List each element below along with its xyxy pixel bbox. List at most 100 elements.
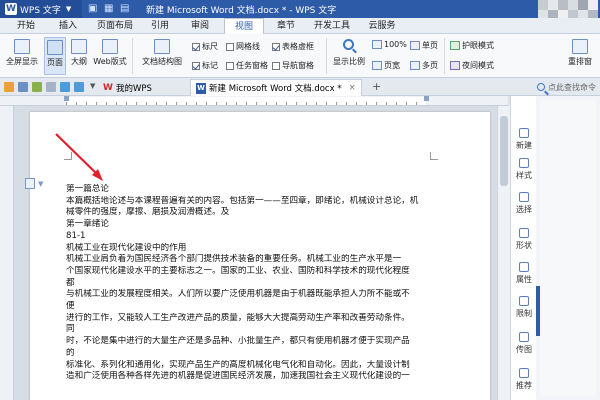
eye-protect-label: 护眼模式	[462, 41, 494, 50]
indent-marker[interactable]	[424, 96, 429, 101]
magnifier-icon	[341, 39, 357, 55]
moon-icon	[450, 61, 460, 70]
multi-page-button[interactable]: 多页	[410, 60, 438, 71]
doc-line: 个国家现代化建设水平的主要标志之一。国家的工业、农业、国防和科学技术的现代化程度	[66, 265, 410, 276]
tab-document[interactable]: W 新建 Microsoft Word 文档.docx * ×	[190, 79, 362, 96]
zoom-100-button[interactable]: 100%	[372, 40, 407, 49]
page-view-button[interactable]: 页面	[44, 37, 66, 75]
panel-style-label: 样式	[516, 171, 532, 180]
save-icon[interactable]: ▦	[104, 3, 113, 14]
web-view-label: Web版式	[93, 57, 127, 66]
panel-new-label: 新建	[516, 141, 532, 150]
tab-view[interactable]: 视图	[224, 18, 264, 34]
doc-line: 本篇概括地论述与本课程普遍有关的内容。包括第一——至四章，即绪论，机械设计总论，…	[66, 195, 419, 206]
rearrange-icon	[572, 39, 588, 54]
doc-map-button[interactable]: 文档结构图	[136, 39, 188, 67]
table-gridlines-label: 表格虚框	[282, 42, 314, 51]
doc-line: 时，不论是集中进行的大量生产还是多品种、小批量生产，都只有使用机器才便于实现产品	[66, 336, 410, 347]
ruler-checkbox[interactable]: 标尺	[192, 41, 218, 52]
close-icon[interactable]: ×	[349, 83, 356, 93]
print-icon[interactable]: ▤	[120, 3, 129, 14]
paragraph-doc-icon[interactable]	[25, 178, 35, 189]
zoom-100-icon	[372, 40, 382, 49]
chevron-down-icon[interactable]: ▼	[38, 180, 43, 188]
panel-select-button[interactable]: 选择	[511, 192, 537, 215]
doc-line: 械零件的强度，摩擦、磨损及润滑概述。及	[66, 207, 230, 218]
doc-line: 机械工业在现代化建设中的作用	[66, 242, 187, 253]
doc-line: 与机械工业的发展程度相关。人们所以要广泛使用机器是由于机器既能承担人力所不能或不	[66, 289, 410, 300]
vertical-ruler[interactable]	[0, 106, 14, 400]
tab-start[interactable]: 开始	[8, 18, 44, 34]
one-page-icon	[410, 41, 420, 50]
tab-page-layout[interactable]: 页面布局	[92, 18, 138, 34]
doc-map-icon	[154, 39, 170, 54]
outline-button[interactable]: 大纲	[68, 39, 90, 67]
panel-restrict-button[interactable]: 限制	[511, 296, 537, 319]
recommend-icon	[519, 368, 529, 378]
panel-properties-button[interactable]: 属性	[511, 262, 537, 285]
panel-properties-label: 属性	[516, 275, 532, 284]
panel-upload-button[interactable]: 传图	[511, 332, 537, 355]
night-mode-button[interactable]: 夜间模式	[450, 60, 494, 71]
indent-marker[interactable]	[64, 96, 69, 101]
panel-new-button[interactable]: 新建	[511, 128, 537, 151]
tab-references[interactable]: 引用	[144, 18, 176, 34]
wps-logo-icon: W	[5, 3, 17, 15]
web-view-icon	[102, 39, 118, 54]
tab-review[interactable]: 审阅	[184, 18, 216, 34]
nav-window-checkbox[interactable]: 导航窗格	[272, 60, 314, 71]
panel-recommend-button[interactable]: 推荐	[511, 368, 537, 391]
upload-icon	[519, 332, 529, 342]
scrollbar-thumb[interactable]	[500, 116, 508, 186]
tab-chapter[interactable]: 章节	[270, 18, 302, 34]
vertical-scrollbar[interactable]	[497, 106, 510, 400]
gridlines-checkbox[interactable]: 网格线	[226, 41, 260, 52]
page-width-button[interactable]: 页宽	[372, 60, 400, 71]
doc-line: 81-1	[66, 230, 86, 241]
ruler-label: 标尺	[202, 42, 218, 51]
doc-line: 的	[66, 347, 75, 358]
new-tab-button[interactable]: +	[372, 80, 381, 93]
doc-line: 第一篇总论	[66, 184, 109, 194]
horizontal-ruler[interactable]	[0, 96, 508, 106]
rearrange-label: 重排窗	[568, 57, 592, 66]
doc-line: 标准化、系列化和通用化，实现产品生产的高度机械化电气化和自动化。因此，大量设计制	[66, 359, 410, 370]
panel-upload-label: 传图	[516, 345, 532, 354]
tab-my-wps[interactable]: W 我的WPS	[98, 79, 157, 96]
web-view-button[interactable]: Web版式	[92, 39, 128, 67]
tab-developer[interactable]: 开发工具	[308, 18, 356, 34]
one-page-button[interactable]: 单页	[410, 40, 438, 51]
chevron-down-icon: ▼	[65, 5, 72, 13]
redo-icon[interactable]	[74, 82, 84, 92]
right-task-panel: 新建 样式 选择 形状 属性 限制 传图 推荐	[510, 96, 600, 400]
markup-checkbox[interactable]: 标记	[192, 60, 218, 71]
checkbox-unchecked	[226, 42, 234, 51]
panel-style-button[interactable]: 样式	[511, 158, 537, 181]
tab-cloud-service[interactable]: 云服务	[362, 18, 402, 34]
doc-map-label: 文档结构图	[142, 57, 182, 66]
table-gridlines-checkbox[interactable]: 表格虚框	[272, 41, 314, 52]
command-search[interactable]: 点此查找命令	[537, 80, 600, 94]
folder-icon[interactable]	[4, 82, 14, 92]
checkbox-checked	[192, 61, 200, 70]
nav-window-label: 导航窗格	[282, 61, 314, 70]
document-page[interactable]: 第一篇总论 本篇概括地论述与本课程普遍有关的内容。包括第一——至四章，即绪论，机…	[30, 112, 490, 400]
style-icon	[519, 158, 529, 168]
app-name: WPS 文字	[20, 5, 61, 16]
print-icon[interactable]	[32, 82, 42, 92]
task-pane-checkbox[interactable]: 任务窗格	[226, 60, 268, 71]
save-icon[interactable]	[18, 82, 28, 92]
undo-icon[interactable]	[60, 82, 70, 92]
panel-shape-button[interactable]: 形状	[511, 228, 537, 251]
document-body[interactable]: 第一篇总论 本篇概括地论述与本课程普遍有关的内容。包括第一——至四章，即绪论，机…	[66, 184, 426, 383]
preview-icon[interactable]	[46, 82, 56, 92]
eye-protect-button[interactable]: 护眼模式	[450, 40, 494, 51]
open-icon[interactable]: ▣	[88, 3, 97, 14]
doc-line: 进行的工作，又能较人工生产改进产品的质量，能够大大提高劳动生产率和改善劳动条件。	[66, 312, 410, 323]
wps-logo-icon: W	[103, 82, 113, 93]
fullscreen-button[interactable]: 全屏显示	[4, 39, 40, 67]
app-menu-button[interactable]: W WPS 文字 ▼	[0, 0, 82, 18]
tab-insert[interactable]: 插入	[50, 18, 86, 34]
zoom-button[interactable]: 显示比例	[330, 39, 368, 77]
rearrange-window-button[interactable]: 重排窗	[562, 39, 598, 67]
